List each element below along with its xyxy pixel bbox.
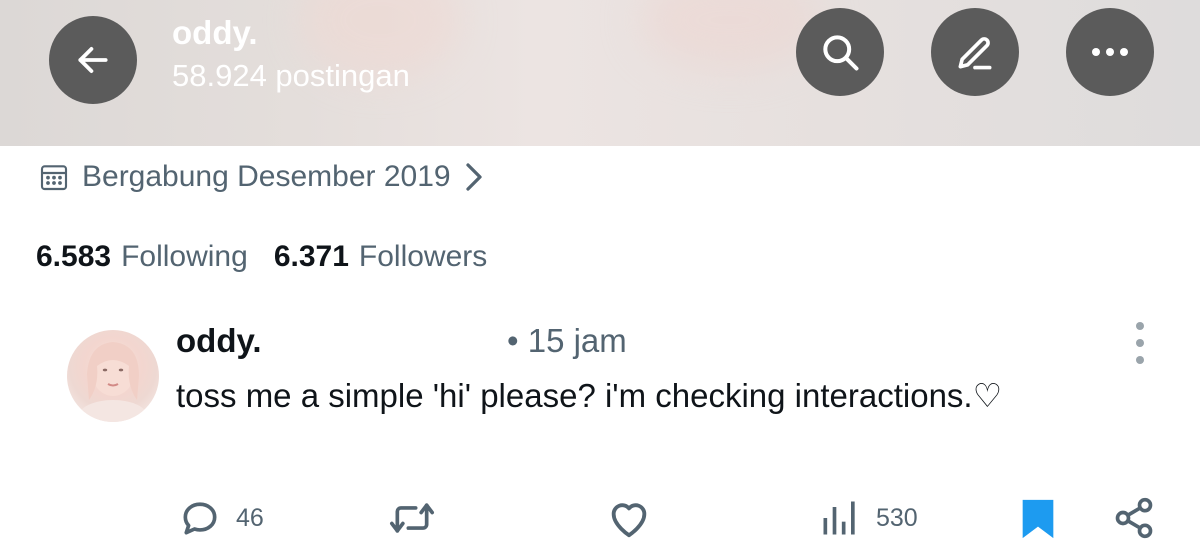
- reply-button[interactable]: 46: [178, 496, 264, 540]
- tweet-timestamp: • 15 jam: [507, 322, 627, 359]
- more-icon: [1092, 48, 1128, 56]
- more-dot: [1136, 356, 1144, 364]
- tweet-text: toss me a simple 'hi' please? i'm checki…: [176, 377, 1003, 414]
- edit-button[interactable]: [931, 8, 1019, 96]
- header-name: oddy.: [172, 14, 258, 51]
- search-icon: [823, 35, 859, 71]
- views-button[interactable]: 530: [818, 496, 918, 540]
- header-posts-count: 58.924 postingan: [172, 58, 410, 93]
- tweet-author-name[interactable]: oddy.: [176, 322, 262, 360]
- bookmark-button[interactable]: [1018, 496, 1058, 542]
- views-count: 530: [876, 503, 918, 532]
- reply-icon: [183, 502, 217, 535]
- edit-icon: [958, 37, 992, 70]
- back-arrow-icon: [78, 47, 108, 73]
- heart-icon: [611, 503, 647, 538]
- search-button[interactable]: [796, 8, 884, 96]
- back-button[interactable]: [49, 16, 137, 104]
- follow-stats: 6.583 Following 6.371 Followers: [36, 240, 513, 274]
- views-chart-icon: [823, 501, 855, 535]
- share-icon: [1115, 497, 1153, 539]
- more-dot: [1136, 322, 1144, 330]
- following-count[interactable]: 6.583: [36, 240, 111, 274]
- joined-label: Bergabung Desember 2019: [82, 160, 451, 193]
- following-label[interactable]: Following: [121, 240, 248, 274]
- like-button[interactable]: [606, 496, 652, 540]
- avatar[interactable]: [67, 330, 159, 422]
- retweet-icon: [390, 503, 434, 533]
- retweet-button[interactable]: [388, 496, 436, 540]
- reply-count: 46: [236, 503, 264, 532]
- joined-date-row[interactable]: Bergabung Desember 2019: [38, 160, 485, 194]
- bookmark-icon: [1022, 499, 1054, 539]
- chevron-right-icon: [465, 163, 482, 191]
- more-button[interactable]: [1066, 8, 1154, 96]
- followers-label[interactable]: Followers: [359, 240, 487, 274]
- followers-count[interactable]: 6.371: [274, 240, 349, 274]
- banner-blur: [640, 0, 820, 70]
- share-button[interactable]: [1112, 496, 1156, 540]
- tweet-more-button[interactable]: [1126, 322, 1154, 364]
- calendar-icon: [40, 165, 68, 191]
- avatar-image: [79, 342, 147, 422]
- more-dot: [1136, 339, 1144, 347]
